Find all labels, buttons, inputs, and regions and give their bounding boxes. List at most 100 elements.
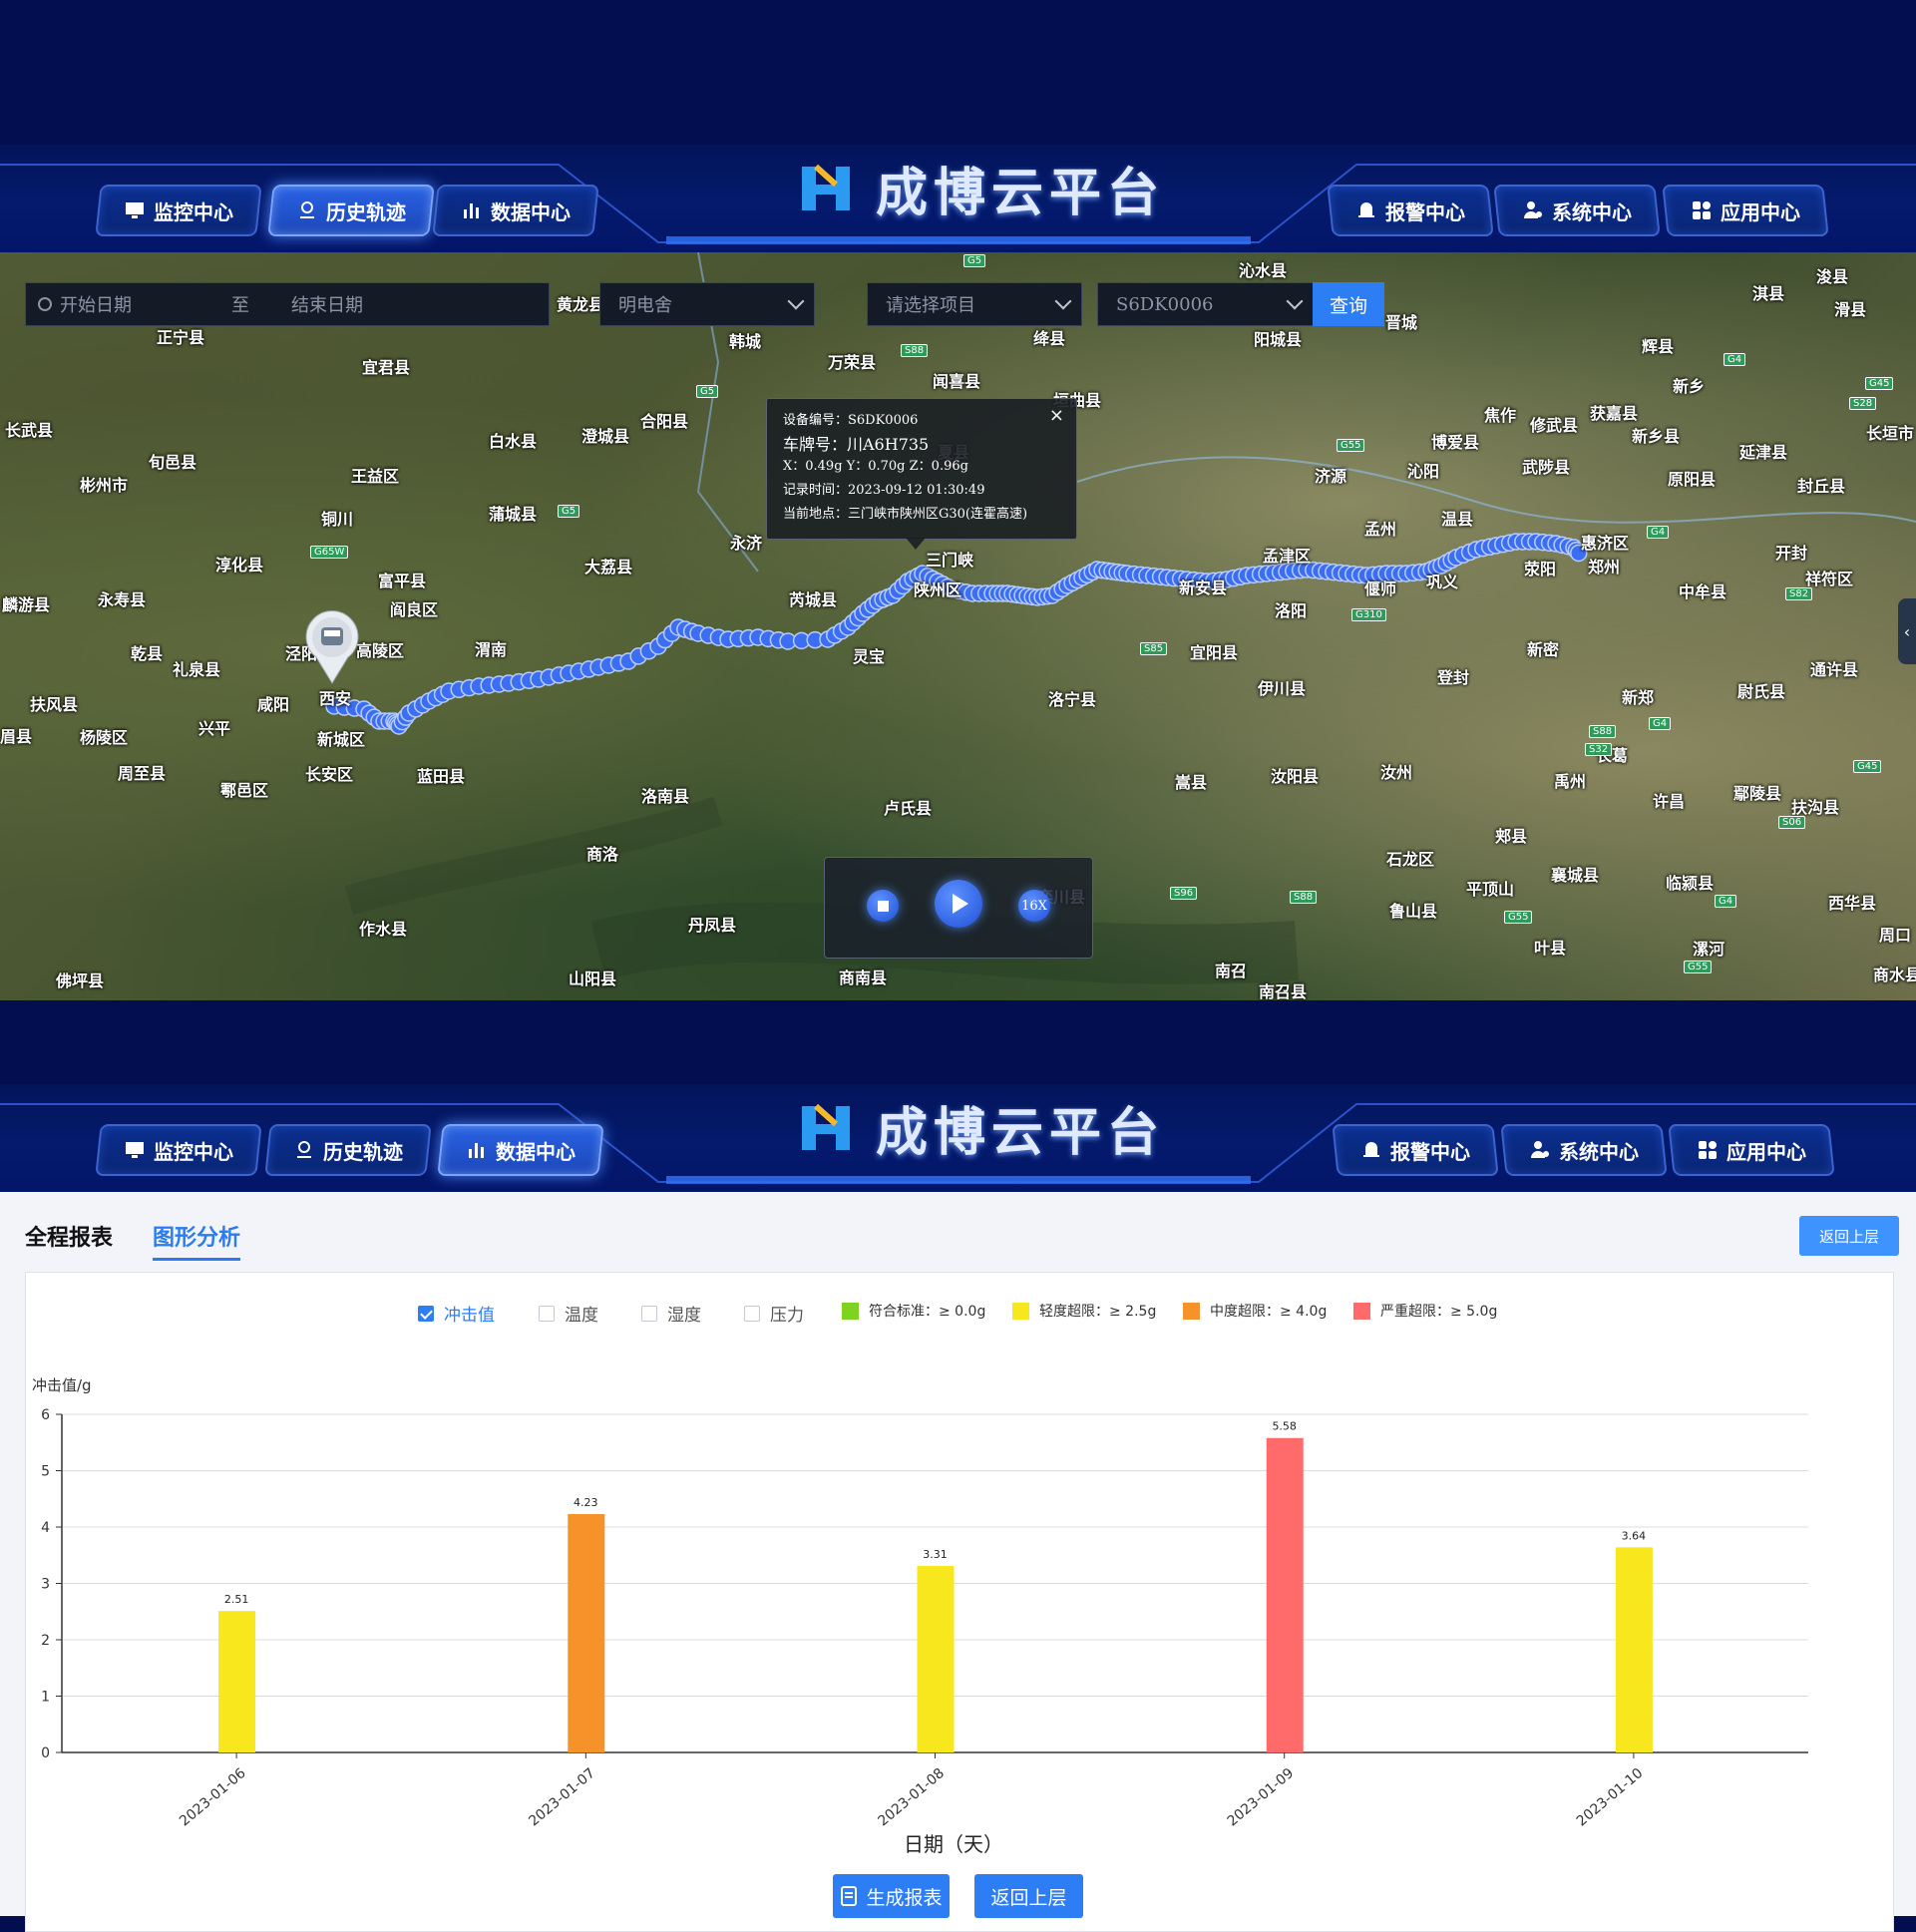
chevron-down-icon — [787, 292, 805, 310]
map-place-label: 浚县 — [1816, 267, 1849, 286]
bar-chart-icon — [469, 1143, 484, 1158]
map-place-label: 彬州市 — [80, 476, 129, 495]
platform-title: 成博云平台 — [876, 1103, 1166, 1163]
map-place-label: 礼泉县 — [173, 660, 221, 679]
logo-icon — [802, 164, 850, 210]
device-select-value: S6DK0006 — [1116, 293, 1214, 315]
bar-2023-01-10[interactable] — [1615, 1547, 1653, 1752]
nav-data-center[interactable]: 数据中心 — [432, 185, 599, 236]
highway-shield: S88 — [1589, 725, 1617, 738]
map-place-label: 渭南 — [475, 640, 508, 659]
map-place-label: 温县 — [1441, 510, 1474, 529]
document-icon — [841, 1886, 858, 1906]
nav-alarm-label: 报警中心 — [1385, 199, 1465, 224]
speed-button[interactable]: 16X — [1018, 890, 1050, 922]
map-place-label: 登封 — [1437, 668, 1470, 687]
map-place-label: 鄠邑区 — [220, 781, 269, 800]
map-place-label: 洛南县 — [641, 787, 690, 806]
end-date-input[interactable]: 结束日期 — [291, 291, 363, 317]
tab-full-report[interactable]: 全程报表 — [25, 1220, 113, 1252]
map-place-label: 商水县 — [1873, 966, 1916, 984]
location-pin-icon — [297, 1141, 311, 1158]
nav-system-center[interactable]: 系统中心 — [1493, 185, 1661, 236]
y-tick-label: 0 — [41, 1745, 50, 1761]
map-place-label: 澄城县 — [581, 427, 630, 446]
map-place-label: 周口 — [1879, 926, 1912, 945]
map-place-label: 新郑 — [1622, 688, 1655, 707]
nav-history-track[interactable]: 历史轨迹 — [264, 1124, 432, 1176]
nav-data-center[interactable]: 数据中心 — [437, 1124, 604, 1176]
bar-2023-01-06[interactable] — [218, 1611, 256, 1752]
back-button-bottom[interactable]: 返回上层 — [974, 1874, 1083, 1918]
nav-system-center[interactable]: 系统中心 — [1500, 1124, 1668, 1176]
map-place-label: 伊川县 — [1258, 679, 1307, 698]
map-place-label: 黄龙县 — [557, 295, 605, 314]
project-select[interactable]: 请选择项目 — [867, 282, 1082, 326]
location-pin-icon — [300, 201, 314, 218]
side-panel-toggle[interactable]: ‹ — [1898, 598, 1916, 664]
map-place-label: 淇县 — [1752, 284, 1785, 303]
vehicle-start-marker[interactable] — [302, 609, 362, 685]
company-select[interactable]: 明电舍 — [599, 282, 815, 326]
bar-2023-01-07[interactable] — [568, 1514, 605, 1752]
map-place-label: 巩义 — [1426, 573, 1459, 591]
track-map[interactable]: 黄龙县韩城万荣县闻喜县绛县沁水县阳城县晋城垣曲县夏县辉县淇县浚县滑县新乡长垣市焦… — [0, 252, 1916, 1000]
start-date-input[interactable]: 开始日期 — [60, 291, 132, 317]
nav-alarm-center[interactable]: 报警中心 — [1332, 1124, 1499, 1176]
map-place-label: 许昌 — [1653, 792, 1686, 811]
tab-graph-analysis[interactable]: 图形分析 — [153, 1220, 241, 1261]
y-tick-label: 3 — [41, 1577, 50, 1593]
map-place-label: 淳化县 — [215, 556, 264, 575]
nav-app-center[interactable]: 应用中心 — [1668, 1124, 1835, 1176]
map-place-label: 石龙区 — [1386, 850, 1435, 869]
nav-app-center[interactable]: 应用中心 — [1662, 185, 1829, 236]
highway-shield: G55 — [1337, 439, 1365, 452]
generate-report-button[interactable]: 生成报表 — [833, 1874, 950, 1918]
nav-system-label: 系统中心 — [1552, 199, 1632, 224]
y-axis-label: 冲击值/g — [32, 1376, 92, 1394]
chart-container: 冲击值 温度 湿度 压力 符合标准：≥ 0.0g 轻度超限：≥ 2.5g 中度超… — [25, 1272, 1894, 1932]
play-button[interactable] — [935, 880, 982, 928]
bar-2023-01-08[interactable] — [917, 1565, 955, 1752]
nav-data-label: 数据中心 — [491, 199, 571, 224]
apps-grid-icon — [1699, 1141, 1717, 1159]
nav-monitor-center[interactable]: 监控中心 — [95, 1124, 262, 1176]
device-select[interactable]: S6DK0006 — [1097, 282, 1314, 326]
play-icon — [953, 894, 968, 914]
bar-2023-01-09[interactable] — [1266, 1437, 1304, 1752]
map-place-label: 偃师 — [1364, 580, 1397, 598]
highway-shield: G5 — [558, 505, 580, 518]
highway-shield: S88 — [1290, 891, 1318, 904]
map-place-label: 新乡 — [1673, 377, 1706, 396]
stop-button[interactable] — [867, 890, 899, 922]
highway-shield: S06 — [1778, 816, 1806, 829]
map-place-label: 蓝田县 — [417, 767, 466, 786]
nav-alarm-center[interactable]: 报警中心 — [1327, 185, 1494, 236]
header-map-view: 监控中心 历史轨迹 数据中心 成博云平台 报警中心 系统中心 应用中心 — [0, 145, 1916, 252]
bar-value-label: 2.51 — [224, 1593, 249, 1606]
map-place-label: 封丘县 — [1797, 477, 1846, 496]
map-place-label: 长垣市 — [1866, 424, 1915, 443]
nav-monitor-center[interactable]: 监控中心 — [95, 185, 262, 236]
query-button[interactable]: 查询 — [1313, 282, 1384, 326]
map-place-label: 晋城 — [1385, 313, 1418, 332]
close-icon[interactable]: × — [1049, 405, 1064, 426]
map-place-label: 丹凤县 — [688, 916, 737, 935]
map-place-label: 旬邑县 — [149, 453, 197, 472]
map-place-label: 辉县 — [1642, 337, 1675, 356]
popup-xyz: X：0.49g Y：0.70g Z：0.96g — [783, 459, 968, 474]
map-place-label: 临颍县 — [1666, 874, 1715, 893]
date-range-picker[interactable]: 开始日期 至 结束日期 — [25, 282, 550, 326]
map-place-label: 济源 — [1315, 467, 1347, 486]
map-place-label: 滑县 — [1834, 300, 1867, 319]
back-button-top[interactable]: 返回上层 — [1799, 1216, 1899, 1256]
map-place-label: 孟津区 — [1263, 547, 1312, 566]
clock-icon — [38, 297, 52, 311]
highway-shield: G45 — [1853, 760, 1882, 773]
map-place-label: 宜君县 — [362, 358, 411, 377]
nav-history-track[interactable]: 历史轨迹 — [267, 185, 435, 236]
map-place-label: 南召县 — [1259, 982, 1308, 1000]
platform-logo: 成博云平台 — [798, 151, 1165, 225]
highway-shield: G5 — [963, 254, 986, 267]
map-place-label: 沁阳 — [1407, 462, 1440, 481]
